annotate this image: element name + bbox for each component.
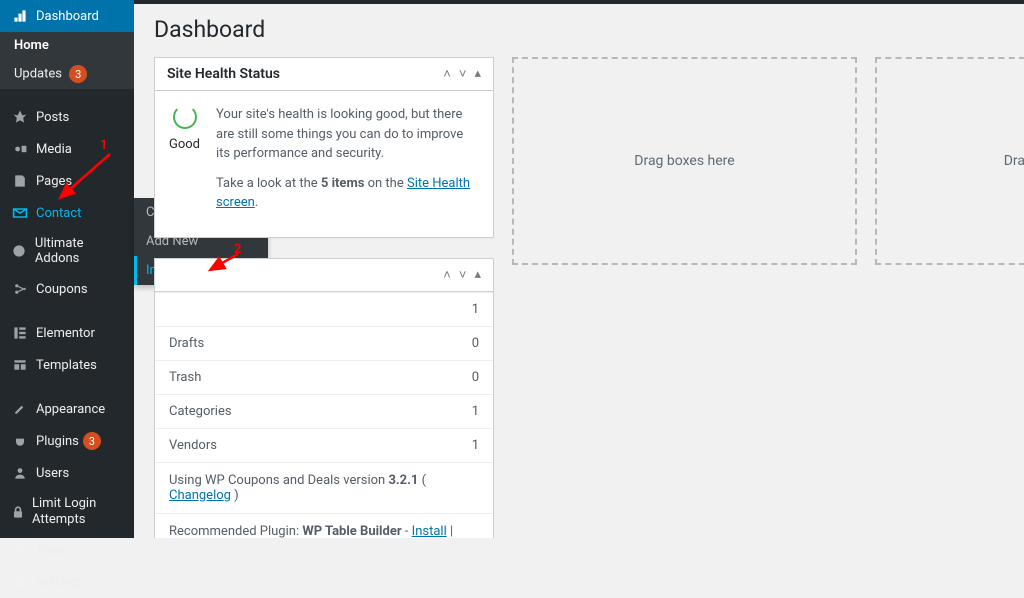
sidebar-label: Settings (36, 575, 83, 590)
sliders-icon (10, 573, 30, 591)
elementor-icon (10, 324, 30, 342)
addons-icon (10, 242, 29, 260)
sidebar-label: Appearance (36, 402, 105, 417)
sidebar-label: Posts (36, 110, 69, 125)
user-icon (10, 464, 30, 482)
stats-row: Vendors 1 (155, 428, 493, 462)
page-title: Dashboard (154, 16, 1004, 43)
sidebar-label: Elementor (36, 326, 95, 341)
sidebar-item-elementor[interactable]: Elementor (0, 317, 134, 349)
pages-icon (10, 172, 30, 190)
stats-row: 1 (155, 292, 493, 326)
sidebar-item-tools[interactable]: Tools (0, 534, 134, 566)
sidebar-label: Users (36, 466, 69, 481)
plugins-badge: 3 (83, 432, 101, 450)
recommend-line: Recommended Plugin: WP Table Builder - I… (155, 513, 493, 539)
health-text-1: Your site's health is looking good, but … (216, 105, 479, 164)
sidebar-item-templates[interactable]: Templates (0, 349, 134, 381)
version-line: Using WP Coupons and Deals version 3.2.1… (155, 462, 493, 513)
sidebar-label: Ultimate Addons (35, 236, 126, 266)
stats-row: Categories 1 (155, 394, 493, 428)
sidebar-sub-updates[interactable]: Updates 3 (0, 59, 134, 89)
install-link[interactable]: Install (412, 524, 447, 539)
stats-label: Trash (169, 370, 201, 385)
sidebar-label: Dashboard (36, 9, 99, 24)
box-move-up-icon[interactable]: ˄ (443, 267, 451, 283)
annotation-arrow-1 (52, 148, 122, 208)
stats-value: 1 (472, 302, 479, 317)
stats-row: Drafts 0 (155, 326, 493, 360)
lock-icon (10, 503, 26, 521)
mail-icon (10, 204, 30, 222)
sidebar-label: Tools (36, 543, 68, 558)
sidebar-label: Plugins (36, 434, 79, 449)
box-toggle-icon[interactable]: ▴ (474, 66, 481, 82)
site-health-box: Site Health Status ˄ ˅ ▴ Good Your site'… (154, 57, 494, 238)
scissors-icon (10, 280, 30, 298)
sidebar-label: Coupons (36, 282, 88, 297)
changelog-link[interactable]: Changelog (169, 488, 231, 503)
box-move-down-icon[interactable]: ˅ (459, 66, 467, 82)
stats-label: Categories (169, 404, 232, 419)
dropzone-label: Drag boxes here (634, 153, 734, 169)
site-health-title: Site Health Status (167, 66, 280, 82)
templates-icon (10, 356, 30, 374)
admin-sidebar: Dashboard Home Updates 3 Posts Media Pag… (0, 0, 134, 538)
sidebar-sub-home[interactable]: Home (0, 32, 134, 59)
sidebar-item-settings[interactable]: Settings (0, 566, 134, 598)
box-toggle-icon[interactable]: ▴ (474, 267, 481, 283)
annotation-number-2: 2 (234, 242, 241, 257)
dashboard-dropzone[interactable]: Drag boxes here (512, 57, 857, 265)
sidebar-label: Limit Login Attempts (32, 496, 126, 527)
dashboard-icon (10, 7, 30, 25)
sidebar-label: Updates (14, 67, 62, 82)
health-text-2: Take a look at the 5 items on the Site H… (216, 174, 479, 213)
updates-badge: 3 (69, 65, 87, 83)
annotation-number-1: 1 (100, 138, 107, 153)
sidebar-item-ultimate-addons[interactable]: Ultimate Addons (0, 229, 134, 273)
wrench-icon (10, 541, 30, 559)
stats-label: Vendors (169, 438, 217, 453)
sidebar-label: Templates (36, 358, 97, 373)
sidebar-item-appearance[interactable]: Appearance (0, 393, 134, 425)
sidebar-item-limit-login[interactable]: Limit Login Attempts (0, 489, 134, 534)
dashboard-dropzone-2[interactable]: Dra (875, 57, 1024, 265)
sidebar-item-plugins[interactable]: Plugins 3 (0, 425, 134, 457)
stats-row: Trash 0 (155, 360, 493, 394)
stats-value: 1 (472, 404, 479, 419)
sidebar-item-coupons[interactable]: Coupons (0, 273, 134, 305)
box-move-down-icon[interactable]: ˅ (459, 267, 467, 283)
main-content: Dashboard Site Health Status ˄ ˅ ▴ Good (134, 4, 1024, 538)
media-icon (10, 140, 30, 158)
stats-label: Drafts (169, 336, 204, 351)
pin-icon (10, 108, 30, 126)
stats-value: 0 (472, 370, 479, 385)
dropzone-label: Dra (1004, 153, 1024, 169)
sidebar-item-users[interactable]: Users (0, 457, 134, 489)
stats-value: 1 (472, 438, 479, 453)
box-move-up-icon[interactable]: ˄ (443, 66, 451, 82)
health-spinner-icon (173, 105, 197, 129)
stats-value: 0 (472, 336, 479, 351)
sidebar-item-dashboard[interactable]: Dashboard (0, 0, 134, 32)
coupons-stats-box: ˄ ˅ ▴ 1 Drafts 0 Trash 0 Categories 1 Vendo… (154, 258, 494, 539)
plug-icon (10, 432, 30, 450)
stats-box-title (167, 267, 170, 283)
brush-icon (10, 400, 30, 418)
sidebar-item-posts[interactable]: Posts (0, 101, 134, 133)
health-status-label: Good (169, 137, 200, 152)
